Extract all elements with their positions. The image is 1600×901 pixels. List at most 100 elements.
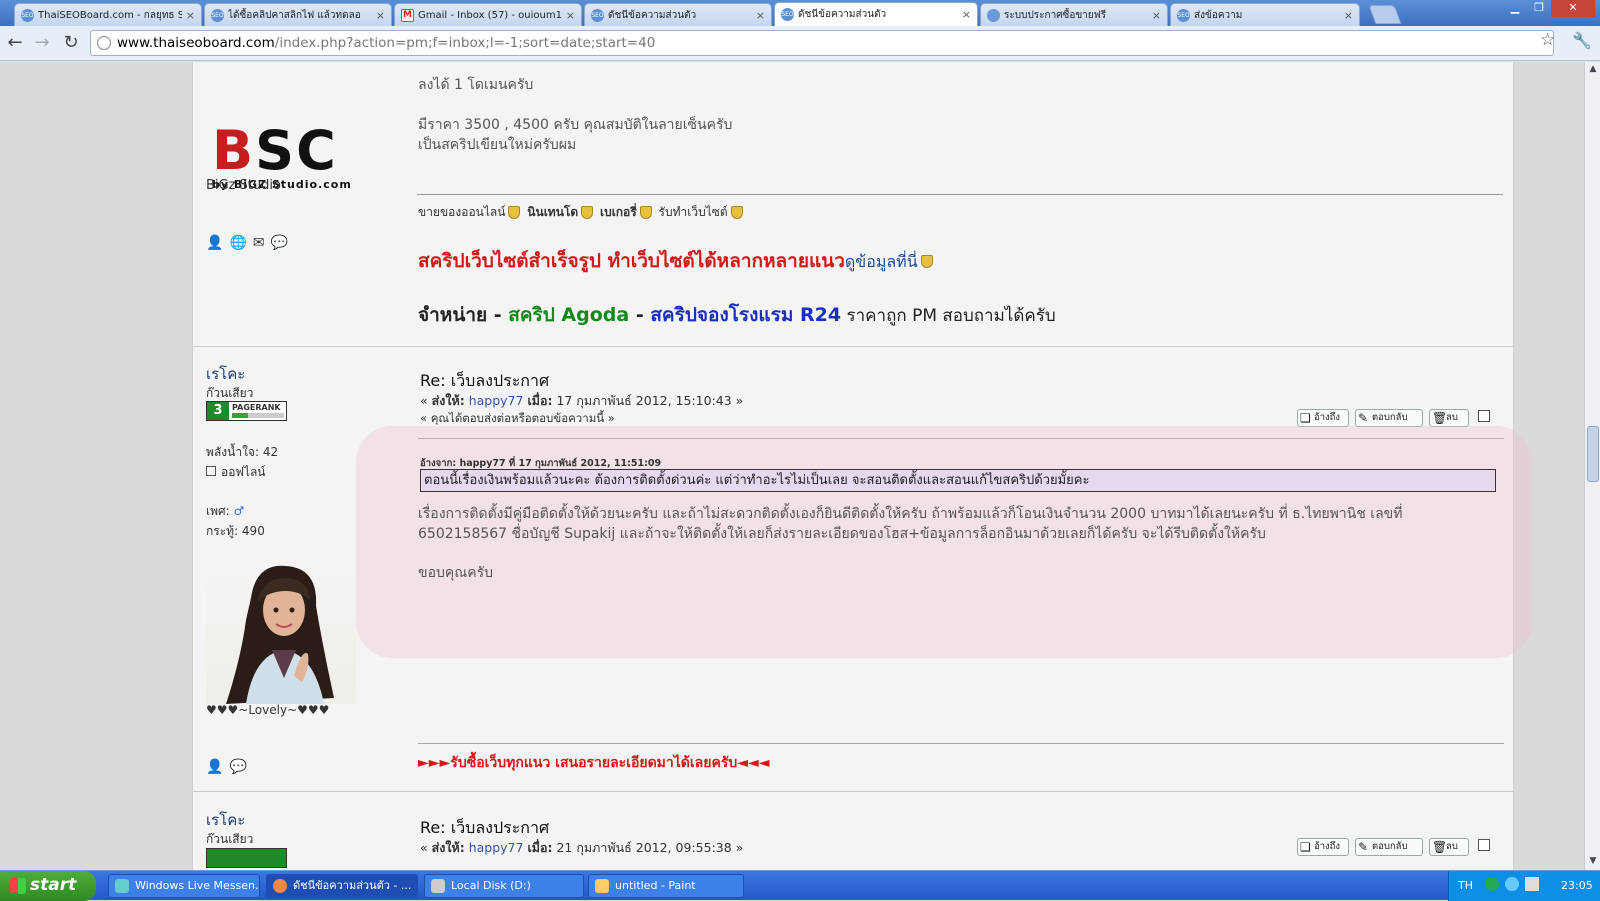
pagerank-bar (232, 413, 284, 418)
shield-icon (581, 206, 594, 219)
quote-button[interactable]: ❏ อ้างถึง (1297, 838, 1349, 856)
reload-icon[interactable]: ↻ (60, 32, 82, 54)
clock[interactable]: 23:05 (1561, 879, 1593, 892)
r24-link[interactable]: สคริปจองโรงแรม R24 (650, 304, 841, 326)
sig-text: - (629, 304, 651, 326)
forward-icon[interactable]: → (31, 32, 53, 54)
tab-clip[interactable]: SEO ได้ซื้อคลิปคาสลิกไฟ แล้วทดลอ × (204, 3, 392, 26)
sender-link[interactable]: happy77 (469, 393, 524, 408)
pm-icon[interactable]: 💬 (271, 235, 288, 251)
tray-icon[interactable] (1485, 877, 1499, 891)
seo-icon: SEO (21, 8, 34, 22)
profile-icon[interactable]: 👤 (206, 235, 223, 251)
message-meta: « ส่งให้: happy77 เมื่อ: 21 กุมภาพันธ์ 2… (420, 838, 743, 858)
reply-icon: ✎ (1358, 411, 1369, 425)
delete-button[interactable]: 🗑 ลบ (1429, 838, 1469, 856)
sig-link[interactable]: เบเกอรี่ (600, 205, 637, 219)
member-tagline: ♥♥♥~Lovely~♥♥♥ (206, 703, 330, 717)
close-icon[interactable]: × (962, 8, 971, 21)
reply-icon: ✎ (1358, 840, 1369, 854)
website-icon[interactable]: 🌐 (229, 235, 246, 251)
task-local-disk[interactable]: Local Disk (D:) (424, 874, 584, 898)
signature-sales: จำหน่าย - สคริป Agoda - สคริปจองโรงแรม R… (418, 300, 1056, 330)
pagerank-fill (232, 413, 248, 418)
close-icon[interactable]: × (1344, 9, 1353, 22)
pagerank-badge: 3 PAGERANK (206, 401, 287, 421)
select-checkbox[interactable] (1478, 410, 1490, 422)
close-icon[interactable]: × (186, 9, 195, 22)
start-button[interactable]: start (0, 871, 96, 901)
tab-title: ดัชนีข้อความส่วนตัว (608, 9, 697, 21)
tab-gmail[interactable]: M Gmail - Inbox (57) - ouioum11 × (394, 3, 582, 26)
task-label: ดัชนีข้อความส่วนตัว - ... (293, 879, 412, 892)
post-count: กระทู้: 490 (206, 524, 265, 538)
email-icon[interactable]: ✉ (253, 235, 265, 251)
tab-title: ThaiSEOBoard.com - กลยุทธ SE (38, 9, 182, 21)
tray-icon[interactable] (1505, 877, 1519, 891)
sig-link[interactable]: รับทำเว็บไซต์ (659, 205, 728, 219)
reply-button[interactable]: ✎ ตอบกลับ (1355, 838, 1423, 856)
sig-link[interactable]: ขายของออนไลน์ (418, 205, 505, 219)
profile-icons: 👤 💬 (206, 756, 253, 775)
avatar-image (226, 565, 334, 704)
tab-send-message[interactable]: SEO ส่งข้อความ × (1170, 3, 1360, 26)
maximize-button[interactable]: ❐ (1527, 0, 1551, 17)
seo-icon: SEO (781, 8, 794, 21)
online-status: ออฟไลน์ (206, 463, 266, 482)
start-label: start (30, 875, 77, 895)
network-icon[interactable] (1525, 877, 1539, 891)
minimize-button[interactable]: ▁ (1503, 0, 1527, 17)
tab-title: ได้ซื้อคลิปคาสลิกไฟ แล้วทดลอ (228, 9, 361, 21)
gender-row: เพศ: ♂ (206, 502, 244, 521)
sender-link[interactable]: happy77 (469, 840, 524, 855)
button-label: อ้างถึง (1314, 412, 1341, 423)
message-body: เรื่องการติดตั้งมีคู่มือติดตั้งให้ด้วยนะ… (418, 506, 1403, 522)
wrench-icon[interactable]: 🔧 (1572, 31, 1592, 50)
seo-icon: SEO (211, 8, 224, 22)
reply-button[interactable]: ✎ ตอบกลับ (1355, 409, 1423, 427)
close-icon[interactable]: × (566, 9, 575, 22)
close-icon[interactable]: × (376, 9, 385, 22)
tab-classifieds[interactable]: ระบบประกาศซื้อขายฟรี × (980, 3, 1168, 26)
author-name[interactable]: เรโคะ (206, 362, 245, 386)
language-indicator[interactable]: TH (1458, 879, 1473, 892)
task-messenger[interactable]: Windows Live Messen... (108, 874, 260, 898)
sig-more-link[interactable]: ดูข้อมูลที่นี่ (845, 252, 918, 271)
tab-pm-index[interactable]: SEO ดัชนีข้อความส่วนตัว × (584, 3, 772, 26)
quote-button[interactable]: ❏ อ้างถึง (1297, 409, 1349, 427)
select-checkbox[interactable] (1478, 839, 1490, 851)
post-text: ลงได้ 1 โดเมนครับ (418, 77, 534, 93)
scroll-up-icon[interactable]: ▲ (1587, 64, 1599, 76)
scroll-thumb[interactable] (1587, 426, 1599, 482)
task-browser[interactable]: ดัชนีข้อความส่วนตัว - ... (266, 874, 418, 898)
logo-letter: B (212, 119, 256, 182)
new-tab-button[interactable] (1368, 5, 1402, 24)
signature-text[interactable]: ►►►รับซื้อเว็บทุกแนว เสนอรายละเอียดมาได้… (418, 752, 770, 774)
windows-taskbar: start Windows Live Messen... ดัชนีข้อควา… (0, 870, 1600, 901)
paint-icon (595, 879, 609, 893)
author-name[interactable]: เรโคะ (206, 808, 245, 832)
pm-icon[interactable]: 💬 (229, 759, 246, 775)
close-icon[interactable]: × (1152, 9, 1161, 22)
scroll-down-icon[interactable]: ▼ (1587, 856, 1599, 868)
quoted-message: ตอนนี้เรื่องเงินพร้อมแล้วนะคะ ต้องการติด… (420, 469, 1496, 492)
meta-label: ส่งให้: (431, 840, 465, 855)
sig-link[interactable]: นินเทนโด (527, 205, 578, 219)
task-label: untitled - Paint (615, 879, 696, 892)
agoda-link[interactable]: สคริป Agoda (508, 304, 629, 326)
address-bar[interactable]: www.thaiseoboard.com/index.php?action=pm… (90, 30, 1554, 56)
profile-icon[interactable]: 👤 (206, 759, 223, 775)
sig-script-link[interactable]: สคริปเว็บไซต์สำเร็จรูป ทำเว็บไซต์ได้หลาก… (418, 250, 845, 272)
delete-button[interactable]: 🗑 ลบ (1429, 409, 1469, 427)
vertical-scrollbar[interactable]: ▲ ▼ (1584, 62, 1600, 870)
author-name[interactable]: BiGz Studio (206, 178, 281, 193)
close-icon[interactable]: × (756, 9, 765, 22)
close-window-button[interactable]: ✕ (1551, 0, 1595, 17)
tab-thaiseoboard[interactable]: SEO ThaiSEOBoard.com - กลยุทธ SE × (14, 3, 202, 26)
signature-divider (417, 194, 1503, 195)
button-label: ลบ (1446, 841, 1458, 852)
star-icon[interactable]: ☆ (1540, 30, 1555, 50)
tab-pm-index-active[interactable]: SEO ดัชนีข้อความส่วนตัว × (774, 2, 978, 26)
task-paint[interactable]: untitled - Paint (588, 874, 744, 898)
back-icon[interactable]: ← (4, 32, 26, 54)
